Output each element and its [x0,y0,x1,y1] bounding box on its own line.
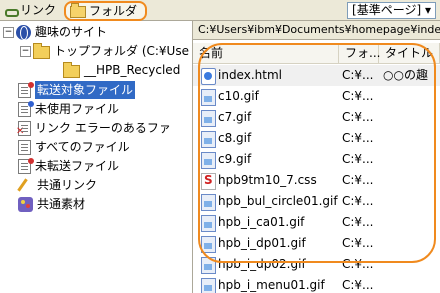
list-header: 名前 フォ... タイトル [193,43,440,64]
file-name: index.html [218,68,282,82]
tree-item-top-folder[interactable]: トップフォルダ (C:¥Use [33,42,189,60]
file-folder: C:¥... [342,257,374,271]
unused-file-icon [18,100,34,117]
view-select-value: [基準ページ] [352,3,422,17]
gif-file-icon [201,152,216,169]
file-folder: C:¥... [342,89,374,103]
file-name: c9.gif [218,152,252,166]
folder-tree: − 趣味のサイト − トップフォルダ (C:¥Use __HPB_Recycle… [0,21,193,293]
chevron-down-icon: ▾ [424,3,431,17]
tree-item-label: 共通素材 [37,197,86,211]
file-name: hpb9tm10_7.css [218,173,317,187]
view-select[interactable]: [基準ページ] ▾ [347,2,436,19]
folder-tab-label: フォルダ [89,4,138,18]
file-name: hpb_bul_circle01.gif [218,194,338,208]
column-header-title[interactable]: タイトル [379,43,440,63]
table-row[interactable]: c8.gif C:¥... [193,128,440,149]
tree-item-label: 共通リンク [37,178,98,192]
folder-icon [33,43,50,59]
file-folder: C:¥... [342,110,374,124]
folder-icon [63,62,80,78]
tree-item-transfer-files[interactable]: 転送対象ファイル [18,81,136,99]
tree-item-label: 未転送ファイル [35,159,120,173]
tree-item-label: 趣味のサイト [35,25,108,39]
file-folder: C:¥... [342,68,374,82]
all-files-icon [18,139,31,155]
file-name: c7.gif [218,110,252,124]
tree-item-common-materials[interactable]: 共通素材 [18,195,85,213]
collapse-toggle-root[interactable]: − [3,27,14,38]
file-name: hpb_i_menu01.gif [218,278,325,292]
tree-item-unused-files[interactable]: 未使用ファイル [18,100,119,118]
file-folder: C:¥... [342,152,374,166]
untransferred-file-icon [18,157,34,174]
file-folder: C:¥... [342,215,374,229]
table-row[interactable]: index.html C:¥... ○○の趣 [193,65,440,86]
tree-item-label: 未使用ファイル [35,102,120,116]
current-path: C:¥Users¥ibm¥Documents¥homepage¥index.ht… [193,21,440,40]
tree-item-label: すべてのファイル [35,140,130,154]
table-row[interactable]: hpb_i_ca01.gif C:¥... [193,212,440,233]
table-row[interactable]: hpb_i_dp02.gif C:¥... [193,254,440,275]
gif-file-icon [201,89,216,106]
tree-item-link-error-files[interactable]: リンク エラーのあるファ [16,119,171,141]
folder-icon [70,3,86,18]
table-row[interactable]: hpb_bul_circle01.gif C:¥... [193,191,440,212]
table-row[interactable]: hpb_i_menu01.gif C:¥... [193,275,440,293]
file-folder: C:¥... [342,236,374,250]
tree-item-label: 転送対象ファイル [35,81,136,99]
file-name: c8.gif [218,131,252,145]
file-folder: C:¥... [342,131,374,145]
link-tab-label: リンク [20,3,57,17]
link-tab-button[interactable]: リンク [4,2,56,18]
gif-file-icon [201,194,216,211]
gif-file-icon [201,278,216,293]
column-header-folder[interactable]: フォ... [339,43,380,63]
tree-item-common-links[interactable]: 共通リンク [18,176,97,194]
gif-file-icon [201,236,216,253]
table-row[interactable]: hpb9tm10_7.css C:¥... [193,170,440,191]
file-folder: C:¥... [342,194,374,208]
file-folder: C:¥... [342,173,374,187]
tree-item-hpb-recycled[interactable]: __HPB_Recycled [63,61,180,79]
column-header-name[interactable]: 名前 [193,43,339,63]
folder-tab-button[interactable]: フォルダ [64,1,148,21]
tree-item-label: トップフォルダ (C:¥Use [54,44,189,58]
css-file-icon [201,173,216,190]
gif-file-icon [201,110,216,127]
file-title: ○○の趣 [383,68,428,82]
tree-item-label: リンク エラーのあるファ [35,121,171,135]
file-name: hpb_i_dp01.gif [218,236,306,250]
table-row[interactable]: c10.gif C:¥... [193,86,440,107]
file-name: hpb_i_dp02.gif [218,257,306,271]
tree-item-site[interactable]: 趣味のサイト [16,23,107,41]
file-name: c10.gif [218,89,259,103]
table-row[interactable]: c9.gif C:¥... [193,149,440,170]
collapse-toggle-top-folder[interactable]: − [20,46,31,57]
transfer-file-icon [18,81,34,98]
pen-icon [18,178,33,193]
toolbar: リンク フォルダ [基準ページ] ▾ [0,0,440,21]
file-folder: C:¥... [342,278,374,292]
file-name: hpb_i_ca01.gif [218,215,305,229]
html-file-icon [201,68,216,85]
link-error-icon [16,120,31,141]
file-list-panel: C:¥Users¥ibm¥Documents¥homepage¥index.ht… [193,21,440,293]
tree-item-untransferred-files[interactable]: 未転送ファイル [18,157,119,175]
link-icon [4,4,19,17]
table-row[interactable]: c7.gif C:¥... [193,107,440,128]
palette-icon [18,196,33,212]
globe-icon [16,24,31,40]
gif-file-icon [201,131,216,148]
tree-item-label: __HPB_Recycled [84,63,181,77]
tree-item-all-files[interactable]: すべてのファイル [18,138,130,156]
table-row[interactable]: hpb_i_dp01.gif C:¥... [193,233,440,254]
gif-file-icon [201,257,216,274]
gif-file-icon [201,215,216,232]
